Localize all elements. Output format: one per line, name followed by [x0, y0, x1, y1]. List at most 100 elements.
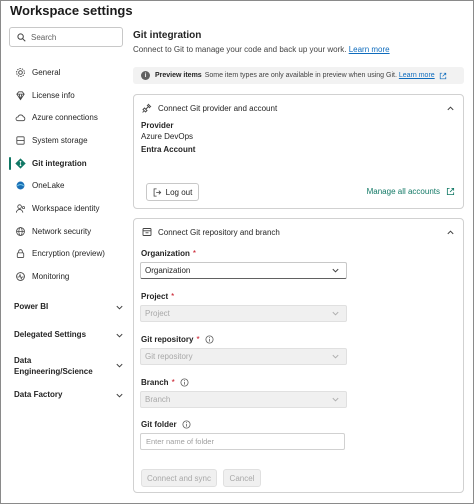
- monitoring-icon: [15, 271, 26, 282]
- sidebar-item-system-storage[interactable]: System storage: [9, 129, 127, 152]
- project-label: Project *: [141, 292, 174, 301]
- page-title: Workspace settings: [10, 3, 133, 18]
- search-input[interactable]: [31, 32, 121, 42]
- identity-icon: [15, 203, 26, 214]
- sidebar-item-label: Network security: [32, 226, 92, 236]
- sidebar-group-delegated-settings[interactable]: Delegated Settings: [14, 330, 124, 340]
- search-box[interactable]: [9, 27, 123, 47]
- sidebar-item-git-integration[interactable]: Git integration: [9, 152, 127, 175]
- required-mark: *: [171, 292, 175, 301]
- preview-label: Preview items: [155, 72, 202, 79]
- plug-icon: [142, 103, 152, 113]
- organization-label-text: Organization: [141, 249, 190, 258]
- chevron-up-icon[interactable]: [446, 104, 455, 113]
- chevron-up-icon[interactable]: [446, 228, 455, 237]
- log-out-label: Log out: [165, 187, 193, 197]
- cancel-button[interactable]: Cancel: [223, 469, 261, 487]
- branch-label-text: Branch: [141, 378, 169, 387]
- chevron-down-icon: [332, 311, 339, 316]
- project-label-text: Project: [141, 292, 169, 301]
- description-text: Connect to Git to manage your code and b…: [133, 45, 347, 54]
- provider-card-header[interactable]: Connect Git provider and account: [142, 103, 455, 113]
- preview-text: Some item types are only available in pr…: [204, 72, 397, 79]
- sidebar-group-label: Delegated Settings: [14, 330, 87, 339]
- organization-dropdown[interactable]: Organization: [140, 262, 347, 279]
- log-out-button[interactable]: Log out: [146, 183, 199, 201]
- info-icon[interactable]: [180, 378, 189, 387]
- repo-card-title: Connect Git repository and branch: [158, 227, 280, 237]
- connect-and-sync-label: Connect and sync: [146, 473, 212, 483]
- sidebar-item-label: Workspace identity: [32, 203, 100, 213]
- git-provider-card: Connect Git provider and account Provide…: [133, 94, 464, 209]
- sidebar-item-label: Git integration: [32, 158, 87, 168]
- provider-label: Provider: [141, 121, 174, 130]
- manage-accounts-label: Manage all accounts: [366, 187, 440, 196]
- section-title: Git integration: [133, 30, 202, 41]
- diamond-icon: [15, 90, 26, 101]
- sidebar-group-label: Data Engineering/Science: [14, 355, 93, 377]
- learn-more-link[interactable]: Learn more: [349, 45, 390, 54]
- organization-label: Organization *: [141, 249, 196, 258]
- sidebar-item-workspace-identity[interactable]: Workspace identity: [9, 197, 127, 220]
- sidebar-item-encryption[interactable]: Encryption (preview): [9, 243, 127, 266]
- sidebar-item-network-security[interactable]: Network security: [9, 220, 127, 243]
- provider-card-title: Connect Git provider and account: [158, 103, 278, 113]
- onelake-icon: [15, 180, 26, 191]
- sidebar-item-monitoring[interactable]: Monitoring: [9, 265, 127, 288]
- sidebar-nav: General License info Azure connections S…: [9, 61, 127, 288]
- folder-label: Git folder: [141, 420, 191, 429]
- git-repository-card: Connect Git repository and branch Organi…: [133, 218, 464, 493]
- lock-icon: [15, 248, 26, 259]
- repository-label-text: Git repository: [141, 335, 194, 344]
- chevron-down-icon: [116, 333, 123, 338]
- repository-placeholder: Git repository: [145, 352, 193, 361]
- sidebar-item-label: Azure connections: [32, 113, 98, 123]
- project-dropdown[interactable]: Project: [140, 305, 347, 322]
- sidebar-item-label: OneLake: [32, 181, 65, 191]
- git-icon: [15, 157, 26, 169]
- branch-dropdown[interactable]: Branch: [140, 391, 347, 408]
- provider-value: Azure DevOps: [141, 132, 194, 141]
- connect-and-sync-button[interactable]: Connect and sync: [141, 469, 217, 487]
- sidebar-item-onelake[interactable]: OneLake: [9, 174, 127, 197]
- sidebar-item-label: Encryption (preview): [32, 249, 105, 259]
- sidebar-item-azure-connections[interactable]: Azure connections: [9, 106, 127, 129]
- storage-icon: [15, 135, 26, 146]
- sidebar-item-general[interactable]: General: [9, 61, 127, 84]
- chevron-down-icon: [116, 305, 123, 310]
- required-mark: *: [192, 249, 197, 258]
- sidebar-group-data-factory[interactable]: Data Factory: [14, 390, 124, 400]
- sign-out-icon: [153, 187, 161, 197]
- account-label: Entra Account: [141, 145, 196, 154]
- sidebar-item-label: License info: [32, 90, 75, 100]
- required-mark: *: [196, 335, 200, 344]
- sidebar-group-label: Data Factory: [14, 390, 63, 399]
- cloud-icon: [15, 112, 26, 123]
- sidebar-item-label: System storage: [32, 135, 88, 145]
- network-icon: [15, 226, 26, 237]
- chevron-down-icon: [116, 363, 123, 368]
- sidebar-item-license-info[interactable]: License info: [9, 84, 127, 107]
- section-description: Connect to Git to manage your code and b…: [133, 45, 390, 54]
- external-link-icon: [446, 187, 455, 196]
- repository-dropdown[interactable]: Git repository: [140, 348, 347, 365]
- sidebar-group-label-line2: Engineering/Science: [14, 367, 93, 376]
- repo-card-header[interactable]: Connect Git repository and branch: [142, 227, 455, 237]
- search-icon: [17, 32, 26, 42]
- sidebar-group-power-bi[interactable]: Power BI: [14, 302, 124, 312]
- sidebar-item-label: General: [32, 67, 61, 77]
- chevron-down-icon: [332, 397, 339, 402]
- info-icon[interactable]: [205, 335, 214, 344]
- chevron-down-icon: [332, 354, 339, 359]
- branch-placeholder: Branch: [145, 395, 171, 404]
- manage-accounts-link[interactable]: Manage all accounts: [367, 187, 455, 196]
- sidebar-group-data-engineering[interactable]: Data Engineering/Science: [14, 355, 124, 377]
- folder-input[interactable]: Enter name of folder: [140, 433, 345, 450]
- preview-learn-more-link[interactable]: Learn more: [399, 72, 435, 79]
- required-mark: *: [171, 378, 175, 387]
- info-icon[interactable]: [182, 420, 191, 429]
- repository-label: Git repository *: [141, 335, 214, 344]
- project-placeholder: Project: [145, 309, 170, 318]
- chevron-down-icon: [332, 268, 339, 273]
- repository-icon: [142, 228, 152, 236]
